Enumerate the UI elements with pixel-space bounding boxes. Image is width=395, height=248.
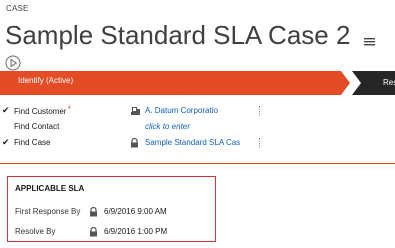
customer-lookup-value[interactable]: A. Datum Corporatio <box>145 106 218 115</box>
field-label: Find Case <box>14 138 51 147</box>
field-separator <box>259 138 264 148</box>
field-label: Find Contact <box>14 122 60 131</box>
check-icon: ✔ <box>2 105 10 115</box>
lock-icon <box>89 206 98 219</box>
sla-section-title: APPLICABLE SLA <box>15 184 85 193</box>
field-row-find-case: ✔ Find Case Sample Standard SLA Cas <box>0 137 270 151</box>
required-asterisk: * <box>67 104 71 114</box>
record-menu-icon[interactable] <box>363 22 376 52</box>
field-row-find-contact: Find Contact click to enter <box>0 121 270 135</box>
account-icon <box>130 106 141 118</box>
sla-row-first-response: First Response By 6/9/2016 9:00 AM <box>15 206 215 219</box>
lock-icon <box>89 226 98 239</box>
case-lookup-value[interactable]: Sample Standard SLA Cas <box>145 138 240 147</box>
field-separator <box>259 106 264 116</box>
stage-research[interactable]: Res <box>383 78 395 87</box>
sla-value: 6/9/2016 9:00 AM <box>104 207 167 216</box>
entity-type-label: CASE <box>6 4 29 13</box>
sla-label: Resolve By <box>15 227 56 236</box>
record-title: Sample Standard SLA Case 2 <box>5 20 376 52</box>
section-divider <box>0 163 395 164</box>
record-title-text: Sample Standard SLA Case 2 <box>5 20 351 50</box>
lock-icon <box>130 137 139 150</box>
check-icon: ✔ <box>2 137 10 147</box>
sla-value: 6/9/2016 1:00 PM <box>104 227 168 236</box>
process-play-icon[interactable] <box>5 55 21 71</box>
sla-row-resolve-by: Resolve By 6/9/2016 1:00 PM <box>15 226 215 239</box>
sla-label: First Response By <box>15 207 81 216</box>
field-label: Find Customer* <box>14 104 71 116</box>
field-row-find-customer: ✔ Find Customer* A. Datum Corporatio <box>0 104 270 119</box>
contact-input[interactable]: click to enter <box>145 122 190 131</box>
stage-identify[interactable]: Identify (Active) <box>18 76 73 85</box>
